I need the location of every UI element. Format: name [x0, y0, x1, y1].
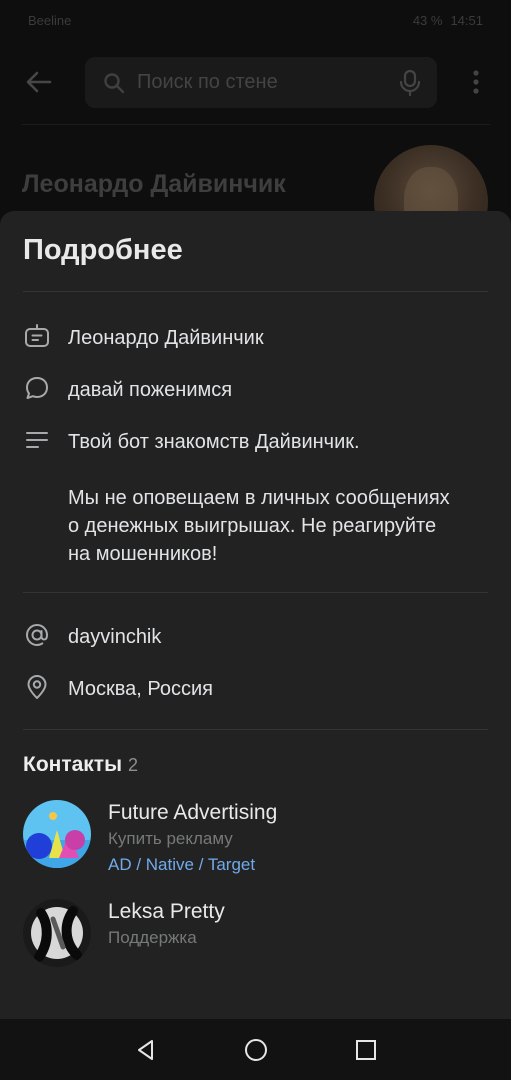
- search-placeholder: Поиск по стене: [137, 71, 278, 93]
- leksa-pretty-avatar-image: [23, 899, 91, 967]
- carrier-label: Beeline: [28, 12, 72, 28]
- contact-extra: AD / Native / Target: [108, 855, 256, 874]
- contact-role: Поддержка: [108, 928, 197, 947]
- search-icon: [104, 72, 125, 93]
- contact-item[interactable]: Leksa Pretty Поддержка: [23, 899, 225, 967]
- background-divider: [22, 124, 490, 125]
- info-row-location[interactable]: Москва, Россия: [23, 675, 213, 703]
- nav-home-button[interactable]: [236, 1030, 276, 1070]
- triangle-back-icon: [137, 1039, 153, 1060]
- description-line: о денежных выигрышах. Не реагируйте: [68, 515, 437, 537]
- details-sheet: Подробнее Леонардо Дайвинчик давай пожен…: [0, 211, 511, 1019]
- system-navigation-bar: [0, 1019, 511, 1080]
- nav-back-button[interactable]: [126, 1030, 166, 1070]
- description-line: на мошенников!: [68, 543, 218, 565]
- description-text: Твой бот знакомств Дайвинчик. Мы не опов…: [68, 428, 450, 568]
- circle-home-icon: [244, 1038, 267, 1061]
- description-line: Мы не оповещаем в личных сообщениях: [68, 487, 450, 509]
- wall-search-input[interactable]: Поиск по стене: [85, 57, 437, 108]
- bot-icon: [25, 324, 49, 347]
- time-label: 14:51: [450, 12, 483, 28]
- status-text: давай поженимся: [68, 379, 233, 401]
- square-recents-icon: [355, 1039, 376, 1060]
- contacts-count: 2: [128, 755, 139, 775]
- divider: [23, 291, 488, 292]
- divider: [23, 729, 488, 730]
- battery-label: 43 %: [412, 12, 443, 28]
- back-arrow-icon: [26, 71, 52, 93]
- chat-bubble-icon: [26, 377, 48, 399]
- nav-recents-button[interactable]: [346, 1030, 386, 1070]
- contacts-header: Контакты 2: [23, 753, 138, 777]
- location-pin-icon: [27, 675, 47, 699]
- contact-item[interactable]: Future Advertising Купить рекламу AD / N…: [23, 800, 277, 878]
- divider: [23, 592, 488, 593]
- microphone-icon[interactable]: [397, 69, 423, 97]
- background-profile-name: Леонардо Дайвинчик: [22, 170, 286, 198]
- description-line: Твой бот знакомств Дайвинчик.: [68, 431, 360, 453]
- short-link-text: dayvinchik: [68, 626, 162, 648]
- sheet-title: Подробнее: [23, 234, 183, 266]
- contact-avatar: [23, 899, 91, 967]
- contact-avatar: [23, 800, 91, 868]
- bot-name-text: Леонардо Дайвинчик: [68, 327, 264, 349]
- contact-name: Future Advertising: [108, 801, 278, 824]
- info-row-bot-name: Леонардо Дайвинчик: [23, 324, 264, 352]
- contact-name: Leksa Pretty: [108, 900, 225, 923]
- future-advertising-avatar-image: [23, 800, 91, 868]
- contacts-title: Контакты: [23, 753, 123, 776]
- info-row-description: Твой бот знакомств Дайвинчик. Мы не опов…: [23, 428, 450, 568]
- description-lines-icon: [26, 432, 48, 448]
- info-row-short-link[interactable]: dayvinchik: [23, 623, 161, 651]
- at-sign-icon: [25, 623, 49, 647]
- contact-role: Купить рекламу: [108, 829, 233, 848]
- vertical-dots-icon: [473, 70, 479, 94]
- info-row-status: давай поженимся: [23, 376, 232, 404]
- status-bar: Beeline 43 % 14:51: [0, 0, 511, 40]
- location-text: Москва, Россия: [68, 678, 213, 700]
- top-bar: Поиск по стене: [0, 55, 511, 109]
- more-options-button[interactable]: [466, 67, 486, 97]
- back-button[interactable]: [24, 67, 54, 97]
